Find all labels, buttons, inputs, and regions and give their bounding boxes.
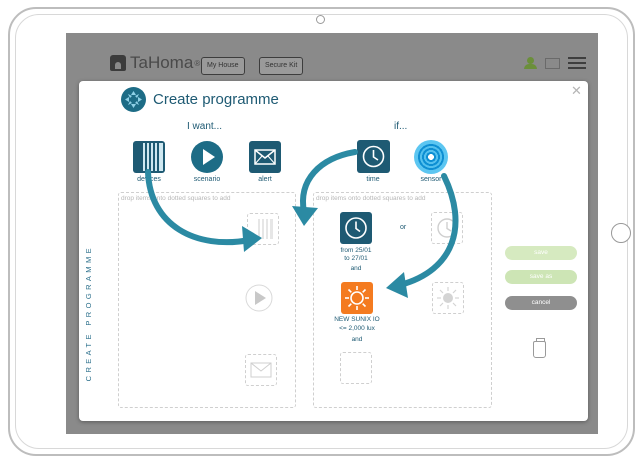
time-tile[interactable]	[357, 140, 390, 173]
brand-name: TaHoma	[130, 53, 194, 72]
top-bar: TaHoma ® My House Secure Kit	[66, 33, 598, 77]
clock-icon	[345, 217, 367, 239]
empty-condition-slot[interactable]	[340, 352, 372, 384]
time-rule-from: from 25/01	[340, 247, 372, 254]
alert-label: alert	[258, 176, 272, 183]
trash-icon[interactable]	[533, 338, 546, 358]
cancel-button[interactable]: cancel	[505, 296, 577, 310]
play-ghost-icon	[245, 284, 273, 312]
time-label: time	[366, 176, 380, 183]
sun-icon	[345, 286, 369, 310]
sensor-rule-and: and	[351, 336, 363, 343]
alert-slot[interactable]	[245, 354, 277, 386]
sensor-or-slot[interactable]	[432, 282, 464, 314]
alert-tile[interactable]	[249, 141, 281, 173]
devices-tile[interactable]	[133, 141, 165, 173]
devices-label: devices	[137, 176, 161, 183]
home-button[interactable]	[611, 223, 631, 243]
scenario-tile[interactable]	[191, 141, 223, 173]
scenario-label: scenario	[193, 176, 221, 183]
menu-icon[interactable]	[568, 57, 586, 69]
actions-drop-hint: drop items onto dotted squares to add	[121, 195, 231, 202]
time-or-slot[interactable]	[431, 212, 463, 244]
devices-slot[interactable]	[247, 213, 279, 245]
sensor-tile[interactable]	[414, 140, 448, 174]
modal-title: Create programme	[153, 91, 279, 108]
time-rule-and: and	[350, 265, 362, 272]
envelope-icon	[254, 149, 276, 165]
clock-ghost-icon	[437, 218, 457, 238]
or-label: or	[400, 224, 407, 231]
top-icons	[524, 57, 586, 69]
sun-rule-tile[interactable]	[341, 282, 373, 314]
sun-ghost-icon	[437, 287, 459, 309]
sensor-rule-threshold: <= 2,000 lux	[339, 325, 375, 332]
close-icon[interactable]: ✕	[571, 83, 582, 99]
i-want-label: I want...	[187, 121, 223, 132]
tahoma-logo: TaHoma ®	[110, 53, 200, 73]
conditions-drop-hint: drop items onto dotted squares to add	[316, 195, 426, 202]
envelope-ghost-icon	[250, 362, 272, 378]
sensor-label: sensor	[420, 176, 442, 183]
secure-kit-button[interactable]: Secure Kit	[259, 57, 304, 75]
house-icon	[110, 55, 126, 71]
user-icon[interactable]	[524, 57, 537, 69]
mail-icon[interactable]	[545, 57, 560, 69]
save-button[interactable]: save	[505, 246, 577, 260]
time-rule-tile[interactable]	[340, 212, 372, 244]
scenario-slot[interactable]	[243, 282, 275, 314]
time-rule-to: to 27/01	[344, 255, 368, 262]
create-programme-vertical-label: CREATE PROGRAMME	[84, 245, 93, 382]
sensor-rule-name: NEW SUNIX IO	[334, 316, 380, 323]
clock-icon	[362, 145, 385, 168]
camera-icon	[316, 15, 325, 24]
if-label: if...	[394, 121, 408, 132]
devices-ghost-icon	[258, 219, 273, 239]
my-house-button[interactable]: My House	[201, 57, 245, 75]
save-as-button[interactable]: save as	[505, 270, 577, 284]
programme-icon	[121, 87, 146, 112]
